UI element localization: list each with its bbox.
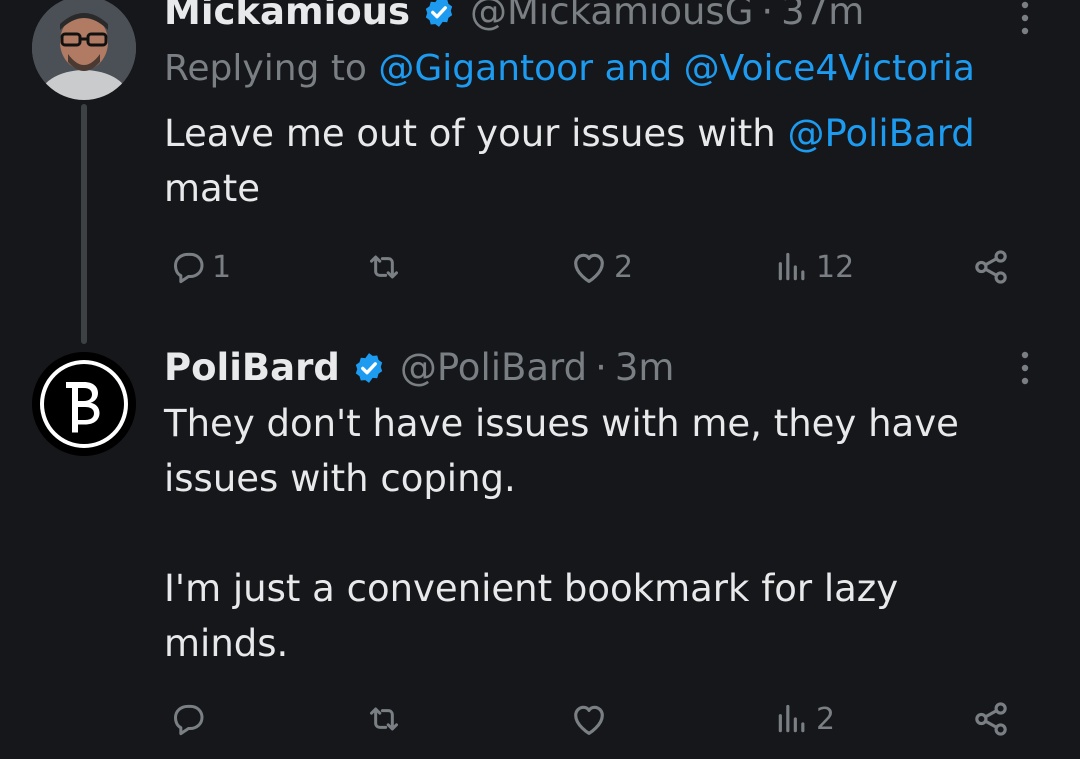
- verified-badge-icon: [425, 0, 453, 27]
- reply-button[interactable]: 1: [168, 242, 231, 292]
- tweet-actions: 2: [164, 694, 1024, 744]
- retweet-button[interactable]: [364, 242, 408, 292]
- retweet-button[interactable]: [364, 694, 408, 744]
- display-name[interactable]: Mickamious: [164, 0, 410, 33]
- thread-connector-line: [81, 104, 87, 344]
- views-button[interactable]: 2: [772, 694, 835, 744]
- tweet-text-line: issues with coping.: [164, 457, 516, 500]
- more-options-icon[interactable]: [1018, 348, 1032, 388]
- user-handle[interactable]: @PoliBard: [400, 346, 587, 389]
- tweet-text-part: mate: [164, 167, 260, 210]
- share-icon: [975, 250, 1007, 284]
- tweet-text: Leave me out of your issues with @PoliBa…: [164, 106, 1044, 216]
- replying-to-and: and: [593, 48, 684, 89]
- tweet-text-line: minds.: [164, 622, 289, 665]
- heart-icon: [574, 705, 604, 735]
- profile-photo-icon: [32, 0, 136, 100]
- verified-badge-icon: [355, 352, 382, 383]
- timestamp[interactable]: 37m: [781, 0, 864, 33]
- views-chart-icon: [778, 252, 805, 281]
- tweet-header: Mickamious @MickamiousG · 37m: [164, 0, 864, 33]
- like-button[interactable]: [568, 694, 614, 744]
- tweet-header: PoliBard @PoliBard · 3m: [164, 346, 674, 389]
- mention-link[interactable]: @Voice4Victoria: [684, 48, 975, 89]
- tweet-text-line: They don't have issues with me, they hav…: [164, 402, 959, 445]
- display-name[interactable]: PoliBard: [164, 346, 340, 389]
- reply-count: 1: [212, 249, 232, 285]
- reply-icon: [174, 252, 204, 284]
- views-button[interactable]: 12: [772, 242, 854, 292]
- reply-button[interactable]: [168, 694, 212, 744]
- share-button[interactable]: [970, 242, 1012, 292]
- more-options-icon[interactable]: [1018, 0, 1032, 38]
- view-count: 2: [816, 701, 836, 737]
- timestamp[interactable]: 3m: [615, 346, 675, 389]
- reply-icon: [174, 704, 204, 736]
- like-button[interactable]: 2: [568, 242, 633, 292]
- avatar-mickamious[interactable]: [32, 0, 136, 100]
- view-count: 12: [816, 249, 855, 285]
- heart-icon: [574, 253, 604, 283]
- share-button[interactable]: [970, 694, 1012, 744]
- mention-link[interactable]: @PoliBard: [787, 112, 974, 155]
- tweet-actions: 1 2 12: [164, 242, 1024, 292]
- user-handle[interactable]: @MickamiousG: [470, 0, 753, 33]
- retweet-icon: [370, 707, 398, 731]
- retweet-icon: [370, 255, 398, 279]
- replying-to-label: Replying to: [164, 48, 379, 89]
- tweet-text: They don't have issues with me, they hav…: [164, 396, 1044, 671]
- separator-dot: ·: [595, 346, 607, 389]
- pb-monogram-logo-icon: [32, 352, 136, 456]
- tweet-text-part: Leave me out of your issues with: [164, 112, 788, 155]
- replying-to-line: Replying to @Gigantoor and @Voice4Victor…: [164, 48, 975, 89]
- separator-dot: ·: [761, 0, 774, 33]
- like-count: 2: [614, 249, 634, 285]
- avatar-polibard[interactable]: [32, 352, 136, 456]
- share-icon: [975, 702, 1007, 736]
- mention-link[interactable]: @Gigantoor: [378, 48, 593, 89]
- tweet-text-line: I'm just a convenient bookmark for lazy: [164, 567, 899, 610]
- views-chart-icon: [778, 704, 805, 733]
